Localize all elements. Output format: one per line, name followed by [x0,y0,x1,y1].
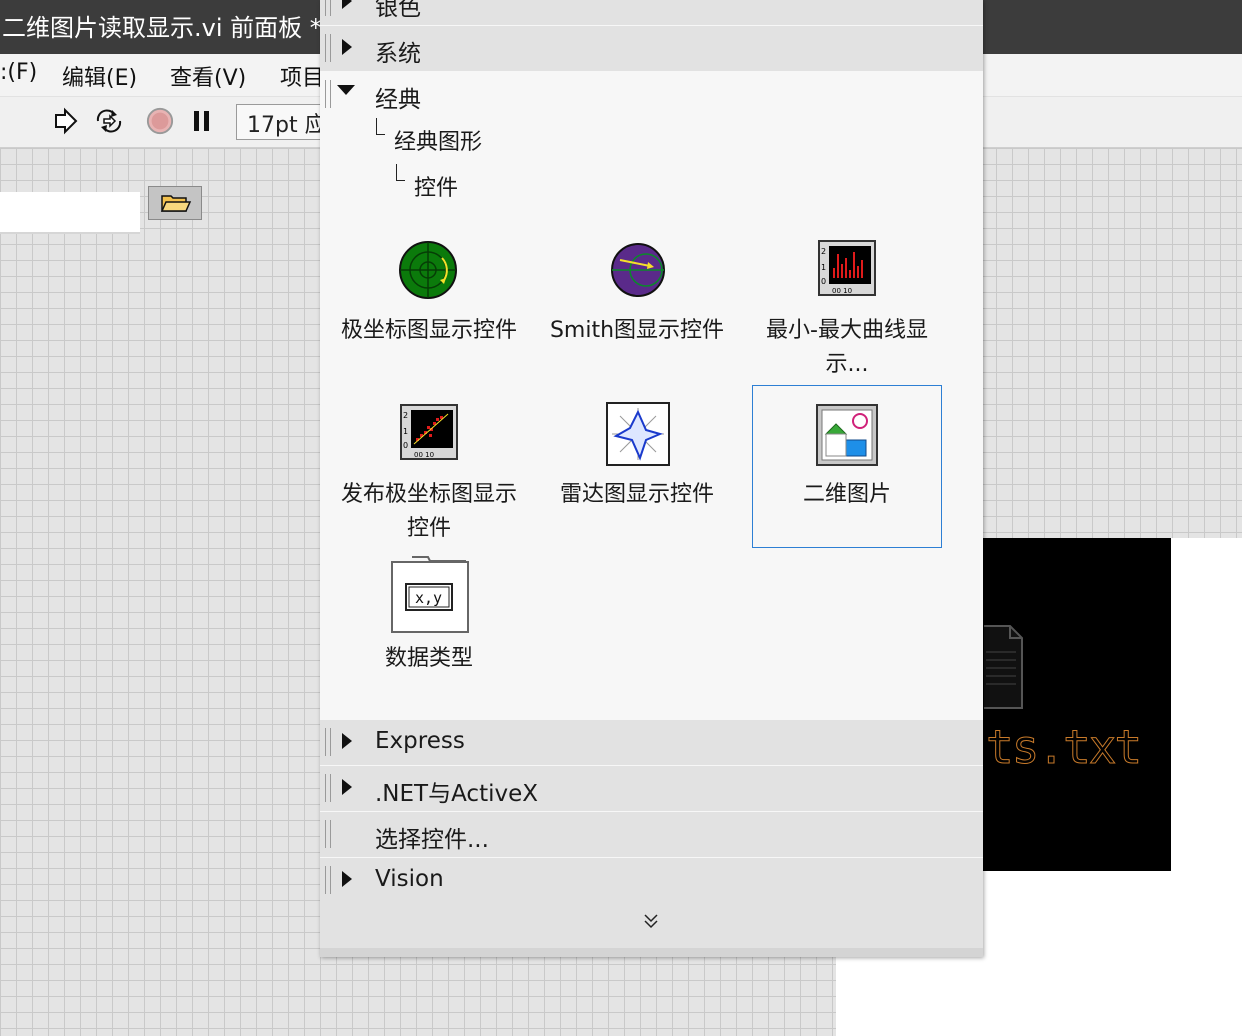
svg-text:1: 1 [821,263,826,272]
polar-plot-icon: 2 1 0 00 10 [400,404,458,460]
run-arrow-icon[interactable] [50,107,80,135]
data-type-icon-text: x,y [415,589,442,607]
palette-category-dotnet[interactable]: .NET与ActiveX [320,766,983,812]
breadcrumb-classic-graphs[interactable]: 经典图形 [394,124,482,156]
menu-project[interactable]: 项目 [280,60,324,92]
radar-chart-icon [606,402,670,466]
expand-triangle-icon [342,779,352,795]
browse-button[interactable] [148,186,202,220]
palette-category-system[interactable]: 系统 [320,26,983,72]
palette-item-label: 雷达图显示控件 [559,482,714,507]
palette-category-silver[interactable]: 银色 [320,0,983,26]
svg-text:00 10: 00 10 [832,287,852,295]
svg-text:2: 2 [403,411,408,420]
selection-highlight [752,385,942,548]
polar-chart-icon [399,241,457,299]
category-grip [325,34,331,62]
smith-chart-icon [611,243,665,297]
palette-item-label: 发布极坐标图显示控件 [340,482,517,541]
palette-item-label: 数据类型 [384,646,473,671]
breadcrumb-controls[interactable]: 控件 [414,170,458,202]
palette-category-label: 经典 [375,87,421,113]
svg-text:00 10: 00 10 [414,451,434,459]
palette-item-label: 极坐标图显示控件 [340,318,517,343]
picture-filename-text: ts.txt [985,720,1142,775]
palette-category-label: Express [375,728,465,754]
category-grip [325,0,331,16]
palette-category-label: Vision [375,866,444,892]
palette-select-control[interactable]: 选择控件... [320,812,983,858]
category-grip [325,820,331,848]
controls-palette: 银色 系统 经典 经典图形 控件 极坐标图显示控件 Smith图显示控件 2 1… [320,0,983,957]
palette-category-classic[interactable]: 经典 [320,72,983,116]
palette-item-label: 最小-最大曲线显示... [766,318,928,377]
show-more-chevron-icon[interactable] [642,912,660,930]
palette-category-express[interactable]: Express [320,720,983,766]
breadcrumb-connector [396,164,405,181]
svg-text:1: 1 [403,427,408,436]
document-icon [984,625,1023,709]
expand-triangle-icon [342,0,352,9]
category-grip [325,728,331,756]
menu-view[interactable]: 查看(V) [170,60,246,92]
palette-item-data-type[interactable]: x,y 数据类型 [334,556,524,676]
palette-item-minmax-chart[interactable]: 2 1 0 00 10 最小-最大曲线显示... [752,240,942,380]
minmax-chart-icon: 2 1 0 00 10 [818,240,876,296]
category-grip [325,80,331,108]
expand-triangle-icon [342,733,352,749]
palette-category-label: 选择控件... [375,827,489,853]
palette-category-vision[interactable]: Vision [320,858,983,949]
file-path-input[interactable] [0,192,140,234]
palette-category-label: 系统 [375,41,421,67]
collapse-triangle-icon [337,85,355,95]
palette-item-radar-chart[interactable]: 雷达图显示控件 [542,402,732,544]
palette-bottom-edge [320,948,983,957]
palette-item-smith-chart[interactable]: Smith图显示控件 [542,240,732,380]
palette-category-label: .NET与ActiveX [375,781,538,807]
palette-category-label: 银色 [375,0,421,21]
menu-edit[interactable]: 编辑(E) [62,60,137,92]
palette-item-polar-plot[interactable]: 2 1 0 00 10 发布极坐标图显示控件 [334,404,524,544]
2d-picture-display: ts.txt [976,538,1171,871]
menu-file[interactable]: :(F) [0,60,37,85]
window-title: 二维图片读取显示.vi 前面板 * [2,14,322,42]
breadcrumb-connector [376,118,385,135]
svg-text:0: 0 [821,277,826,286]
run-continuously-icon[interactable] [92,107,126,135]
category-grip [325,774,331,802]
svg-text:2: 2 [821,247,826,256]
data-type-folder-icon: x,y [391,556,469,633]
expand-triangle-icon [342,39,352,55]
palette-item-label: Smith图显示控件 [549,318,725,343]
abort-execution-icon[interactable] [144,107,176,135]
palette-item-polar-chart[interactable]: 极坐标图显示控件 [334,240,524,380]
folder-icon [160,195,192,212]
pause-icon[interactable] [190,107,214,135]
expand-triangle-icon [342,871,352,887]
category-grip [325,866,331,894]
svg-text:0: 0 [403,441,408,450]
